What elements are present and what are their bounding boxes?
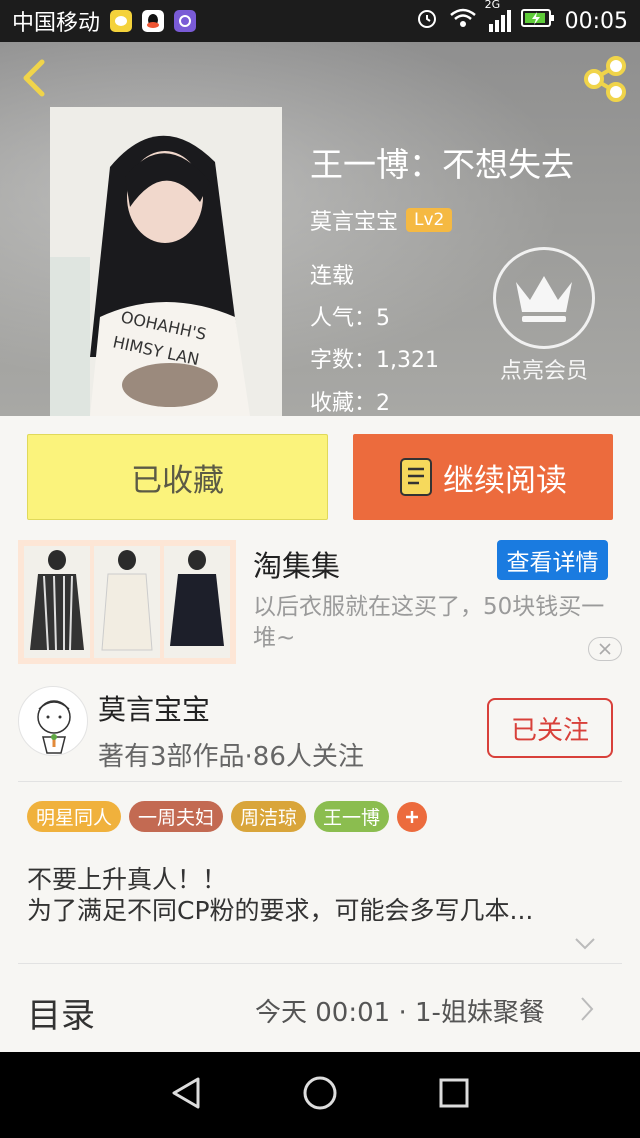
favorited-button[interactable]: 已收藏 bbox=[27, 434, 328, 520]
ad-photo bbox=[164, 546, 230, 658]
latest-chapter[interactable]: 今天 00:01 · 1-姐妹聚餐 bbox=[255, 992, 545, 1029]
triangle-back-icon bbox=[172, 1077, 200, 1109]
close-icon bbox=[599, 643, 611, 655]
chat-app-icon bbox=[110, 10, 133, 32]
ad-image[interactable] bbox=[18, 540, 236, 664]
chevron-right-icon[interactable] bbox=[580, 996, 594, 1022]
plus-icon bbox=[406, 810, 419, 823]
battery-icon bbox=[520, 8, 555, 34]
tag-list: 明星同人 一周夫妇 周洁琼 王一博 bbox=[27, 801, 428, 832]
qq-icon bbox=[142, 10, 165, 32]
ad-close-button[interactable] bbox=[588, 637, 622, 661]
nav-back-button[interactable] bbox=[170, 1076, 202, 1114]
level-badge: Lv2 bbox=[406, 208, 453, 232]
app-notification-icon bbox=[174, 10, 197, 32]
share-button[interactable] bbox=[580, 54, 630, 104]
table-of-contents-label[interactable]: 目录 bbox=[27, 988, 95, 1037]
ad-title: 淘集集 bbox=[253, 549, 341, 583]
book-header: OOHAHH'S HIMSY LAN 王一博：不想失去 莫言宝宝 Lv2 连载 … bbox=[0, 42, 640, 416]
back-arrow-icon bbox=[23, 59, 45, 97]
network-type: 2G bbox=[484, 0, 501, 11]
vip-button[interactable]: 点亮会员 bbox=[493, 247, 595, 385]
expand-chevron-icon[interactable] bbox=[574, 936, 596, 950]
author-name[interactable]: 莫言宝宝 bbox=[98, 688, 210, 728]
carrier-name: 中国移动 bbox=[12, 11, 101, 36]
following-button[interactable]: 已关注 bbox=[487, 698, 613, 758]
tag-chip[interactable]: 王一博 bbox=[314, 801, 390, 832]
intro-line: 不要上升真人！！ bbox=[27, 865, 228, 894]
tag-chip[interactable]: 明星同人 bbox=[27, 801, 122, 832]
book-cover-image[interactable]: OOHAHH'S HIMSY LAN bbox=[50, 107, 282, 416]
book-title: 王一博：不想失去 bbox=[310, 145, 574, 184]
ad-photo bbox=[94, 546, 160, 658]
wifi-icon bbox=[449, 7, 477, 35]
continue-reading-label: 继续阅读 bbox=[443, 462, 567, 499]
system-nav-bar bbox=[0, 1052, 640, 1138]
tag-chip[interactable]: 周洁琼 bbox=[231, 801, 307, 832]
circle-home-icon bbox=[303, 1076, 337, 1110]
author-line: 莫言宝宝 Lv2 bbox=[310, 204, 453, 236]
divider bbox=[18, 963, 622, 964]
alarm-icon bbox=[415, 6, 439, 36]
book-icon bbox=[400, 458, 432, 496]
continue-reading-button[interactable]: 继续阅读 bbox=[353, 434, 613, 520]
signal-icon: 2G bbox=[485, 0, 511, 32]
ad-photo bbox=[24, 546, 90, 658]
tag-chip[interactable]: 一周夫妇 bbox=[129, 801, 224, 832]
word-count: 字数：1,321 bbox=[310, 348, 439, 373]
popularity-count: 人气：5 bbox=[310, 306, 390, 331]
crown-icon bbox=[516, 276, 572, 322]
author-avatar[interactable] bbox=[18, 686, 88, 756]
share-icon bbox=[584, 56, 626, 102]
vip-label: 点亮会员 bbox=[499, 359, 588, 384]
view-details-button[interactable]: 查看详情 bbox=[497, 540, 608, 580]
nav-home-button[interactable] bbox=[302, 1075, 338, 1115]
cover-illustration: OOHAHH'S HIMSY LAN bbox=[50, 107, 282, 416]
book-introduction[interactable]: 不要上升真人！！ 为了满足不同CP粉的要求，可能会多写几本... bbox=[27, 864, 617, 926]
intro-line: 为了满足不同CP粉的要求，可能会多写几本... bbox=[27, 896, 534, 925]
author-stats: 著有3部作品·86人关注 bbox=[98, 742, 364, 772]
nav-recents-button[interactable] bbox=[438, 1077, 470, 1113]
author-name-link[interactable]: 莫言宝宝 bbox=[310, 204, 398, 236]
divider bbox=[18, 781, 622, 782]
ad-description: 以后衣服就在这买了，50块钱买一堆~ bbox=[253, 594, 605, 651]
back-button[interactable] bbox=[16, 56, 56, 100]
status-bar: 中国移动 2G 00:05 bbox=[0, 0, 640, 42]
add-tag-button[interactable] bbox=[397, 801, 428, 832]
clock-time: 00:05 bbox=[564, 8, 628, 34]
serial-status: 连载 bbox=[310, 264, 355, 289]
favorites-count: 收藏：2 bbox=[310, 391, 390, 416]
square-recents-icon bbox=[439, 1078, 469, 1108]
